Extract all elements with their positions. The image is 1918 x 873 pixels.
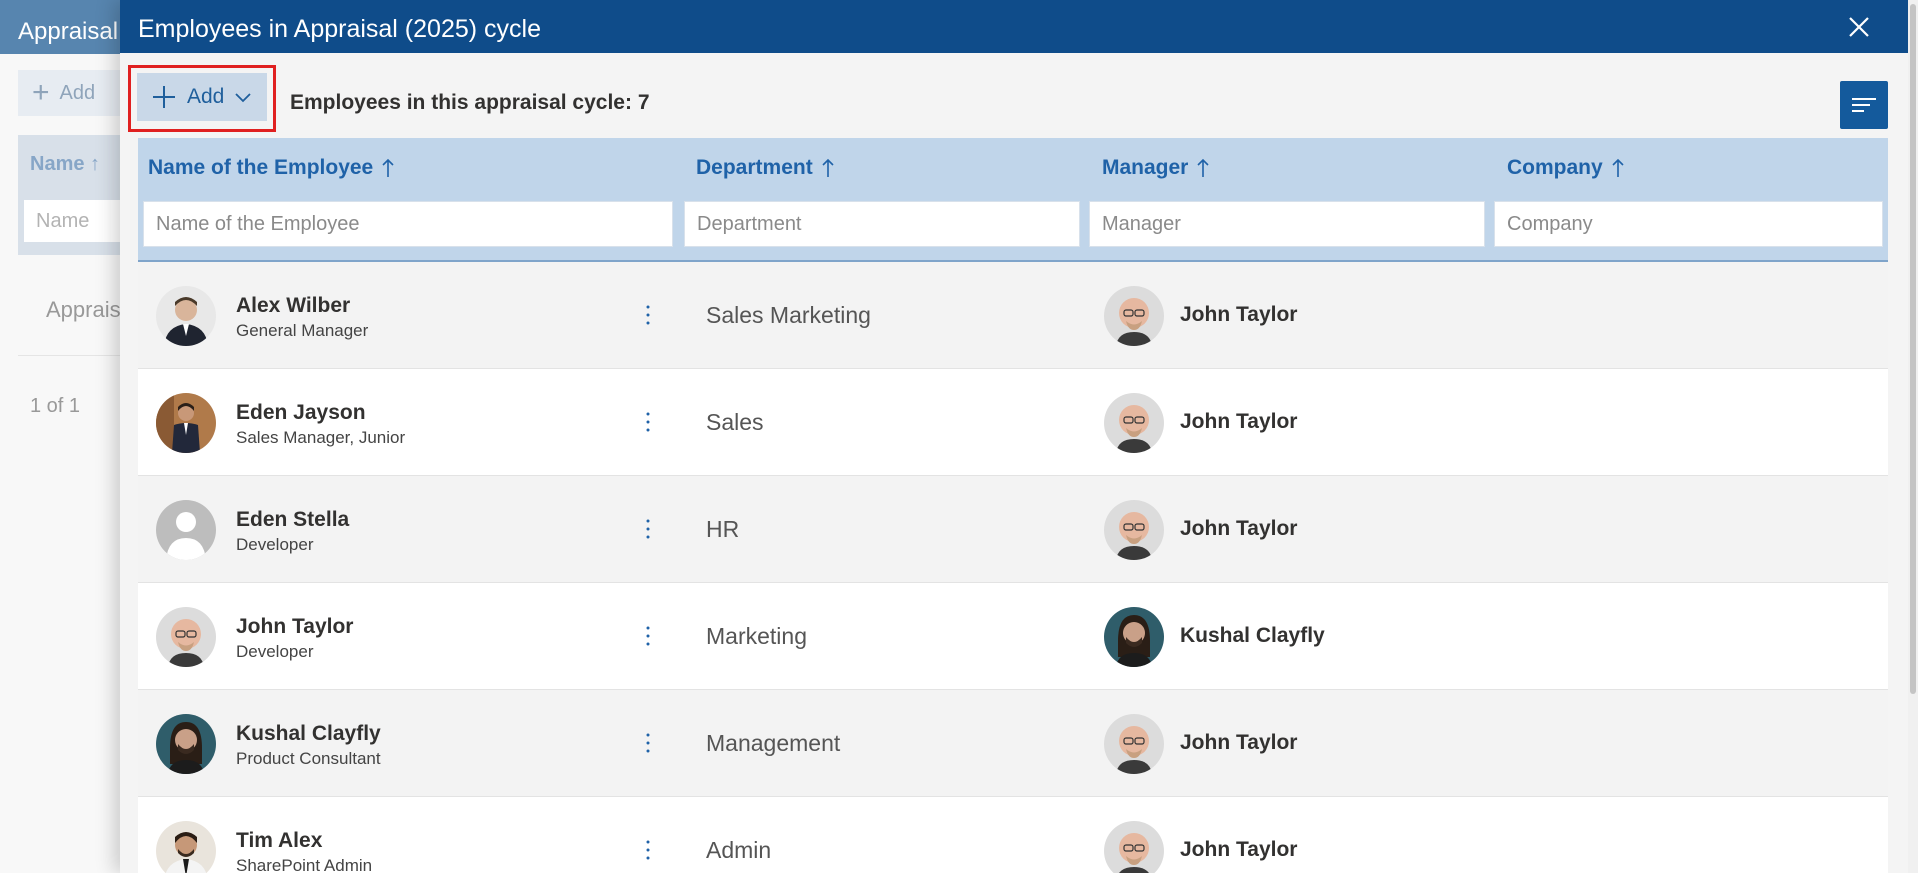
manager-name: John Taylor: [1180, 731, 1298, 754]
table-row[interactable]: John Taylor Developer Marketing Kushal C…: [138, 583, 1888, 690]
employee-name: Alex Wilber: [236, 294, 351, 317]
employee-department: HR: [706, 516, 740, 542]
manager-avatar: [1104, 821, 1164, 873]
avatar: [156, 607, 216, 667]
manager-name: John Taylor: [1180, 303, 1298, 326]
employee-title: General Manager: [236, 321, 369, 340]
add-button-label: Add: [187, 85, 225, 108]
sort-up-arrow-icon: [821, 158, 835, 178]
sort-up-arrow-icon: [381, 158, 395, 178]
column-label-department: Department: [696, 156, 813, 179]
manager-name: John Taylor: [1180, 517, 1298, 540]
filter-manager-input[interactable]: [1089, 201, 1485, 247]
manager-avatar: [1104, 500, 1164, 560]
more-vertical-icon: [646, 519, 650, 539]
column-header-name[interactable]: Name of the Employee: [148, 156, 395, 180]
column-label-company: Company: [1507, 156, 1603, 179]
more-options-button[interactable]: [638, 300, 658, 330]
more-vertical-icon: [646, 840, 650, 860]
column-header-department[interactable]: Department: [696, 156, 835, 180]
filter-name-input[interactable]: [143, 201, 673, 247]
more-options-button[interactable]: [638, 835, 658, 865]
employee-title: Product Consultant: [236, 749, 381, 768]
employee-count-label: Employees in this appraisal cycle: 7: [290, 91, 650, 114]
employee-name: Kushal Clayfly: [236, 722, 381, 745]
panel-toolbar: Add Employees in this appraisal cycle: 7: [120, 53, 1910, 139]
manager-name: Kushal Clayfly: [1180, 624, 1325, 647]
employee-title: SharePoint Admin: [236, 856, 373, 873]
close-button[interactable]: [1844, 12, 1874, 42]
sort-up-arrow-icon: [1611, 158, 1625, 178]
employee-department: Sales: [706, 409, 764, 435]
more-options-button[interactable]: [638, 621, 658, 651]
default-person-icon: [156, 500, 216, 560]
more-vertical-icon: [646, 305, 650, 325]
table-row[interactable]: Tim Alex SharePoint Admin Admin John Tay…: [138, 797, 1888, 873]
close-icon: [1849, 17, 1869, 37]
sort-up-arrow-icon: [1196, 158, 1210, 178]
table-row[interactable]: Kushal Clayfly Product Consultant Manage…: [138, 690, 1888, 797]
employee-department: Marketing: [706, 623, 807, 649]
more-vertical-icon: [646, 733, 650, 753]
more-vertical-icon: [646, 626, 650, 646]
employees-grid: Name of the Employee Department Manager …: [138, 138, 1888, 873]
employee-title: Developer: [236, 642, 314, 661]
manager-avatar: [1104, 714, 1164, 774]
more-options-button[interactable]: [638, 514, 658, 544]
employee-department: Admin: [706, 837, 772, 863]
column-label-name: Name of the Employee: [148, 156, 374, 179]
grid-rows: Alex Wilber General Manager Sales Market…: [138, 262, 1888, 873]
table-row[interactable]: Eden Stella Developer HR John Taylor: [138, 476, 1888, 583]
manager-avatar: [1104, 607, 1164, 667]
scrollbar-thumb[interactable]: [1910, 4, 1916, 694]
manager-avatar: [1104, 393, 1164, 453]
chevron-down-icon: [234, 88, 252, 106]
table-row[interactable]: Eden Jayson Sales Manager, Junior Sales …: [138, 369, 1888, 476]
employees-panel: Employees in Appraisal (2025) cycle Add …: [120, 0, 1910, 873]
column-label-manager: Manager: [1102, 156, 1189, 179]
avatar: [156, 821, 216, 873]
employee-department: Management: [706, 730, 841, 756]
employee-title: Developer: [236, 535, 314, 554]
employee-name: Eden Jayson: [236, 401, 366, 424]
employee-title: Sales Manager, Junior: [236, 428, 406, 447]
view-options-button[interactable]: [1840, 81, 1888, 129]
more-options-button[interactable]: [638, 728, 658, 758]
filter-department-input[interactable]: [684, 201, 1080, 247]
employee-name: John Taylor: [236, 615, 354, 638]
table-row[interactable]: Alex Wilber General Manager Sales Market…: [138, 262, 1888, 369]
avatar: [156, 500, 216, 560]
employee-name: Eden Stella: [236, 508, 350, 531]
plus-icon: [151, 84, 177, 110]
manager-avatar: [1104, 286, 1164, 346]
add-button[interactable]: Add: [137, 73, 267, 121]
more-vertical-icon: [646, 412, 650, 432]
manager-name: John Taylor: [1180, 410, 1298, 433]
panel-title: Employees in Appraisal (2025) cycle: [138, 15, 541, 43]
avatar: [156, 393, 216, 453]
column-header-company[interactable]: Company: [1507, 156, 1625, 180]
avatar: [156, 286, 216, 346]
more-options-button[interactable]: [638, 407, 658, 437]
panel-header: Employees in Appraisal (2025) cycle: [120, 0, 1910, 53]
employee-department: Sales Marketing: [706, 302, 871, 328]
scrollbar[interactable]: [1908, 0, 1918, 873]
menu-lines-icon: [1852, 98, 1876, 112]
avatar: [156, 714, 216, 774]
grid-header: Name of the Employee Department Manager …: [138, 138, 1888, 262]
employee-name: Tim Alex: [236, 829, 323, 852]
manager-name: John Taylor: [1180, 838, 1298, 861]
column-header-manager[interactable]: Manager: [1102, 156, 1210, 180]
filter-company-input[interactable]: [1494, 201, 1883, 247]
